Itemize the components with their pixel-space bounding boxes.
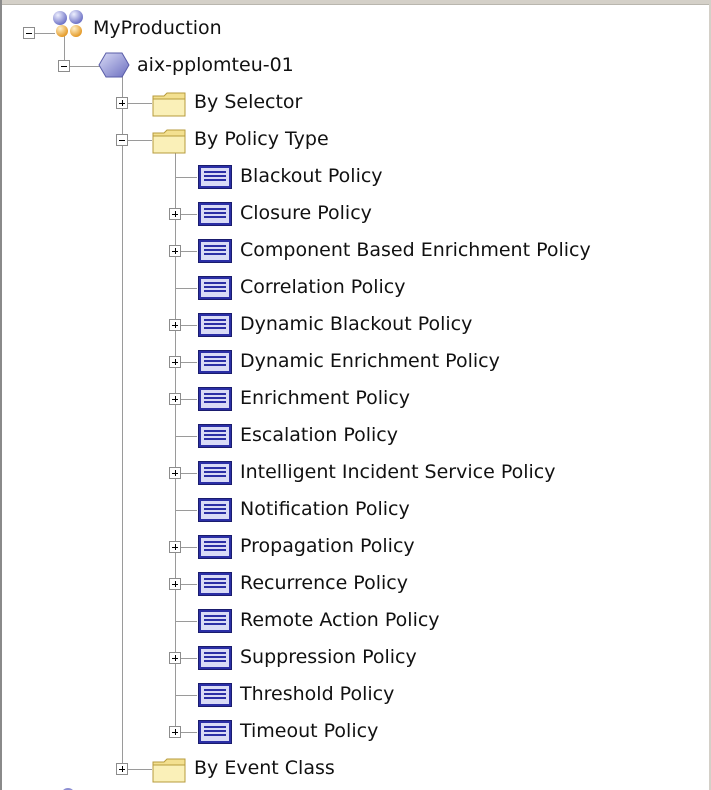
tree-connector xyxy=(181,251,197,252)
tree-node-label[interactable]: aix-pplomteu-01 xyxy=(135,53,296,77)
tree-node-policy[interactable]: Dynamic Enrichment Policy xyxy=(0,343,711,380)
collapse-icon[interactable] xyxy=(116,134,128,146)
tree-node-policy[interactable]: Remote Action Policy xyxy=(0,602,711,639)
expand-icon[interactable] xyxy=(169,578,181,590)
folder-icon xyxy=(151,126,189,156)
tree-node-policy[interactable]: Timeout Policy xyxy=(0,713,711,750)
expand-icon[interactable] xyxy=(169,356,181,368)
tree-node-label[interactable]: Closure Policy xyxy=(238,201,374,225)
tree-node-label[interactable]: Escalation Policy xyxy=(238,423,400,447)
tree-node-by-selector[interactable]: By Selector xyxy=(0,84,711,121)
tree-node-label[interactable]: Propagation Policy xyxy=(238,534,417,558)
tree-node-policy[interactable]: Suppression Policy xyxy=(0,639,711,676)
tree-node-label[interactable]: Dynamic Blackout Policy xyxy=(238,312,474,336)
tree-connector xyxy=(175,436,197,437)
tree-node-label[interactable]: Dynamic Enrichment Policy xyxy=(238,349,502,373)
tree-connector xyxy=(181,732,197,733)
expand-icon[interactable] xyxy=(169,319,181,331)
policy-document-icon xyxy=(197,237,233,265)
expand-icon[interactable] xyxy=(169,467,181,479)
tree-connector xyxy=(128,769,152,770)
tree-node-label[interactable]: By Policy Type xyxy=(192,127,331,151)
tree-node-label[interactable]: Threshold Policy xyxy=(238,682,396,706)
policy-document-icon xyxy=(197,681,233,709)
policy-document-icon xyxy=(197,274,233,302)
policy-document-icon xyxy=(197,200,233,228)
tree-connector xyxy=(181,658,197,659)
expand-icon[interactable] xyxy=(116,97,128,109)
tree-node-policy[interactable]: Recurrence Policy xyxy=(0,565,711,602)
tree-node-policy[interactable]: Component Based Enrichment Policy xyxy=(0,232,711,269)
tree-connector xyxy=(181,584,197,585)
tree-node-policy[interactable]: Threshold Policy xyxy=(0,676,711,713)
policy-document-icon xyxy=(197,644,233,672)
tree-node-policy[interactable]: Notification Policy xyxy=(0,491,711,528)
tree-node-policy[interactable]: Correlation Policy xyxy=(0,269,711,306)
tree-connector xyxy=(175,177,197,178)
policy-document-icon xyxy=(197,496,233,524)
tree-node-label[interactable]: Correlation Policy xyxy=(238,275,407,299)
tree-connector xyxy=(181,214,197,215)
tree-node-label[interactable]: By Event Class xyxy=(192,756,337,780)
tree-node-by-policy-type[interactable]: By Policy Type xyxy=(0,121,711,158)
tree-node-policy[interactable]: Intelligent Incident Service Policy xyxy=(0,454,711,491)
tree-node-label[interactable]: Suppression Policy xyxy=(238,645,419,669)
tree-node-label[interactable]: Notification Policy xyxy=(238,497,412,521)
tree-node-root[interactable]: MyProduction xyxy=(0,6,711,43)
tree-node-policy[interactable]: Closure Policy xyxy=(0,195,711,232)
tree-node-policy[interactable]: Escalation Policy xyxy=(0,417,711,454)
server-hexagon-icon xyxy=(97,50,131,80)
expand-icon[interactable] xyxy=(169,393,181,405)
policy-document-icon xyxy=(197,422,233,450)
policy-document-icon xyxy=(197,348,233,376)
tree-node-label[interactable]: Component Based Enrichment Policy xyxy=(238,238,593,262)
tree-connector xyxy=(128,103,152,104)
folder-icon xyxy=(151,89,189,119)
tree-node-policy[interactable]: Blackout Policy xyxy=(0,158,711,195)
tree-node-label[interactable]: Remote Action Policy xyxy=(238,608,442,632)
policy-tree[interactable]: MyProduction aix-pplomteu-01 By Selector… xyxy=(0,0,711,790)
tree-node-label[interactable]: Recurrence Policy xyxy=(238,571,410,595)
tree-connector xyxy=(181,362,197,363)
tree-node-by-event-class[interactable]: By Event Class xyxy=(0,750,711,787)
policy-document-icon xyxy=(197,311,233,339)
tree-node-server[interactable]: aix-pplomteu-01 xyxy=(0,44,711,81)
policy-document-icon xyxy=(197,385,233,413)
collapse-icon[interactable] xyxy=(58,60,70,72)
policy-document-icon xyxy=(197,533,233,561)
expand-icon[interactable] xyxy=(169,541,181,553)
expand-icon[interactable] xyxy=(116,763,128,775)
policy-document-icon xyxy=(197,607,233,635)
policy-document-icon xyxy=(197,570,233,598)
server-hexagon-icon xyxy=(58,782,78,790)
tree-node-label[interactable]: Blackout Policy xyxy=(238,164,385,188)
tree-connector xyxy=(128,140,152,141)
policy-document-icon xyxy=(197,718,233,746)
policy-document-icon xyxy=(197,163,233,191)
tree-connector xyxy=(181,325,197,326)
tree-connector xyxy=(181,399,197,400)
expand-icon[interactable] xyxy=(169,726,181,738)
tree-node-label[interactable]: Timeout Policy xyxy=(238,719,380,743)
collapse-icon[interactable] xyxy=(23,27,35,39)
tree-node-label[interactable]: Enrichment Policy xyxy=(238,386,412,410)
tree-connector xyxy=(175,288,197,289)
policy-document-icon xyxy=(197,459,233,487)
expand-icon[interactable] xyxy=(169,652,181,664)
folder-icon xyxy=(151,755,189,785)
tree-node-label[interactable]: By Selector xyxy=(192,90,304,114)
expand-icon[interactable] xyxy=(169,245,181,257)
expand-icon[interactable] xyxy=(169,208,181,220)
tree-node-label[interactable]: Intelligent Incident Service Policy xyxy=(238,460,557,484)
tree-connector xyxy=(181,547,197,548)
tree-node-policy[interactable]: Propagation Policy xyxy=(0,528,711,565)
tree-connector xyxy=(181,473,197,474)
network-cluster-icon xyxy=(50,8,88,40)
tree-node-label[interactable]: MyProduction xyxy=(91,16,224,40)
tree-node-policy[interactable]: Enrichment Policy xyxy=(0,380,711,417)
tree-node-policy[interactable]: Dynamic Blackout Policy xyxy=(0,306,711,343)
tree-connector xyxy=(175,695,197,696)
tree-connector xyxy=(175,621,197,622)
tree-connector xyxy=(175,510,197,511)
